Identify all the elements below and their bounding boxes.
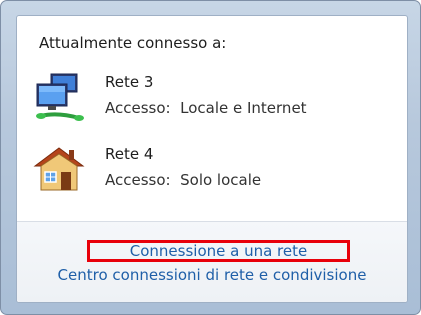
flyout-footer: Connessione a una rete Centro connession… xyxy=(17,221,407,302)
connect-to-network-link[interactable]: Connessione a una rete xyxy=(87,240,350,262)
home-network-icon xyxy=(33,147,85,191)
network-sharing-center-link[interactable]: Centro connessioni di rete e condivision… xyxy=(17,266,407,284)
network-flyout: Attualmente connesso a: Rete 3 Accesso: … xyxy=(0,0,421,315)
network-computer-icon xyxy=(36,73,84,121)
network-item-rete-4[interactable]: Rete 4 Accesso: Solo locale xyxy=(33,140,393,200)
flyout-panel: Attualmente connesso a: Rete 3 Accesso: … xyxy=(16,15,408,303)
network-item-rete-3[interactable]: Rete 3 Accesso: Locale e Internet xyxy=(33,68,393,128)
network-name: Rete 3 xyxy=(105,73,154,91)
network-access: Accesso: Locale e Internet xyxy=(105,99,307,117)
connected-to-heading: Attualmente connesso a: xyxy=(39,34,227,52)
network-name: Rete 4 xyxy=(105,145,154,163)
network-access: Accesso: Solo locale xyxy=(105,171,262,189)
